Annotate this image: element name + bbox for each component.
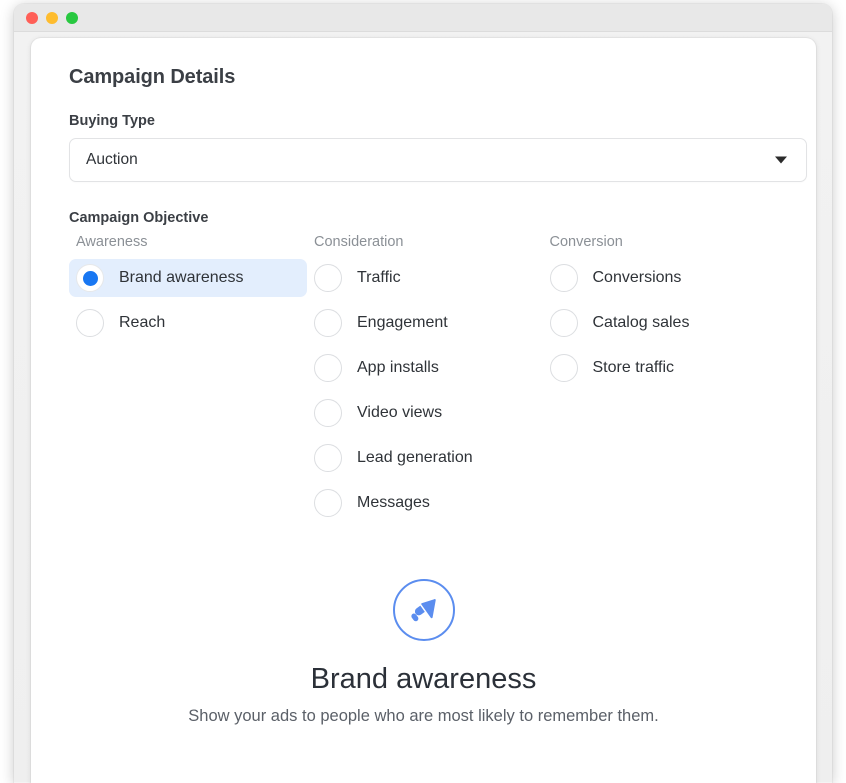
objective-preview: Brand awareness Show your ads to people … [69, 579, 778, 726]
radio-button-brand-awareness[interactable] [76, 264, 104, 292]
radio-label-video-views: Video views [357, 404, 443, 421]
radio-button-catalog-sales[interactable] [549, 309, 578, 337]
radio-option-messages[interactable]: Messages [307, 484, 543, 522]
objective-column-consideration: Consideration Traffic Engagement App ins… [307, 234, 543, 529]
radio-button-engagement[interactable] [314, 309, 342, 337]
column-heading-awareness: Awareness [76, 234, 148, 250]
radio-button-app-installs[interactable] [314, 354, 342, 382]
campaign-objective-label: Campaign Objective [69, 210, 209, 226]
column-heading-consideration: Consideration [314, 234, 404, 250]
radio-label-catalog-sales: Catalog sales [592, 314, 690, 331]
browser-window: Campaign Details Buying Type Auction Cam… [14, 4, 832, 783]
radio-option-lead-generation[interactable]: Lead generation [307, 439, 543, 477]
buying-type-field[interactable]: Auction [69, 138, 807, 182]
radio-label-lead-generation: Lead generation [357, 449, 473, 466]
objective-columns: Awareness Brand awareness Reach Consider… [69, 234, 778, 529]
radio-label-engagement: Engagement [357, 314, 448, 331]
radio-label-store-traffic: Store traffic [592, 359, 675, 376]
radio-button-traffic[interactable] [314, 264, 342, 292]
radio-label-brand-awareness: Brand awareness [119, 269, 244, 286]
radio-option-store-traffic[interactable]: Store traffic [543, 349, 779, 387]
radio-label-app-installs: App installs [357, 359, 439, 376]
radio-button-video-views[interactable] [314, 399, 342, 427]
buying-type-select[interactable]: Auction [69, 138, 807, 182]
preview-title: Brand awareness [310, 663, 537, 695]
radio-button-messages[interactable] [314, 489, 342, 517]
radio-option-brand-awareness[interactable]: Brand awareness [69, 259, 307, 297]
maximize-window-button[interactable] [66, 11, 78, 24]
radio-option-catalog-sales[interactable]: Catalog sales [543, 304, 779, 342]
preview-description: Show your ads to people who are most lik… [188, 707, 659, 725]
radio-button-reach[interactable] [76, 309, 104, 337]
radio-button-store-traffic[interactable] [549, 354, 578, 382]
megaphone-icon [392, 579, 455, 641]
window-titlebar [14, 4, 832, 32]
minimize-window-button[interactable] [46, 11, 58, 24]
radio-option-app-installs[interactable]: App installs [307, 349, 543, 387]
buying-type-label: Buying Type [69, 113, 155, 129]
close-window-button[interactable] [26, 11, 38, 24]
campaign-details-card: Campaign Details Buying Type Auction Cam… [31, 38, 816, 783]
objective-column-awareness: Awareness Brand awareness Reach [69, 234, 307, 529]
column-heading-conversion: Conversion [549, 234, 623, 250]
radio-option-conversions[interactable]: Conversions [543, 259, 779, 297]
window-content: Campaign Details Buying Type Auction Cam… [14, 32, 832, 783]
radio-label-reach: Reach [119, 314, 166, 331]
objective-column-conversion: Conversion Conversions Catalog sales Sto… [543, 234, 779, 529]
radio-option-reach[interactable]: Reach [69, 304, 307, 342]
radio-label-conversions: Conversions [592, 269, 682, 286]
radio-label-messages: Messages [357, 494, 430, 511]
page-title: Campaign Details [69, 66, 236, 88]
radio-label-traffic: Traffic [357, 269, 401, 286]
radio-button-conversions[interactable] [549, 264, 578, 292]
radio-option-video-views[interactable]: Video views [307, 394, 543, 432]
radio-option-traffic[interactable]: Traffic [307, 259, 543, 297]
radio-button-lead-generation[interactable] [314, 444, 342, 472]
radio-option-engagement[interactable]: Engagement [307, 304, 543, 342]
